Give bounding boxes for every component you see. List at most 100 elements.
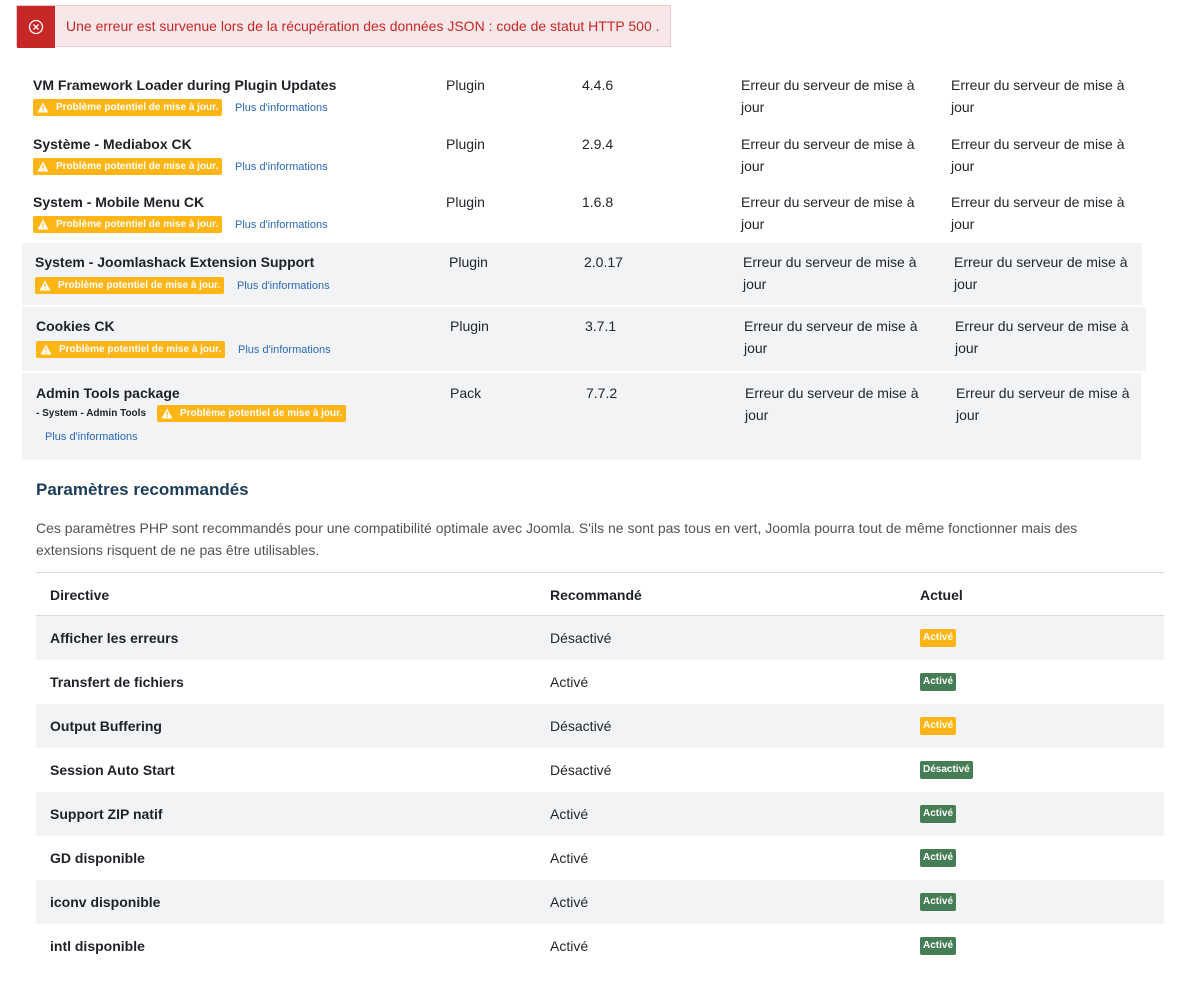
extension-version: 3.7.1 bbox=[585, 318, 617, 334]
warning-label: Problème potentiel de mise à jour. bbox=[56, 219, 219, 230]
directive-name: GD disponible bbox=[50, 850, 145, 866]
extension-row: Système - Mediabox CK Problème potentiel… bbox=[22, 127, 1142, 185]
warning-label: Problème potentiel de mise à jour. bbox=[56, 161, 219, 172]
extension-version: 1.6.8 bbox=[582, 194, 614, 210]
more-info-link[interactable]: Plus d'informations bbox=[237, 280, 330, 292]
circle-x-icon bbox=[17, 6, 55, 48]
extension-version: 2.0.17 bbox=[584, 254, 623, 270]
extension-row: System - Mobile Menu CK Problème potenti… bbox=[22, 185, 1142, 241]
directive-name: Support ZIP natif bbox=[50, 806, 163, 822]
extension-type: Plugin bbox=[446, 77, 485, 93]
table-header-row: Directive Recommandé Actuel bbox=[36, 572, 1164, 616]
warning-icon bbox=[40, 344, 52, 355]
extension-status: Erreur du serveur de mise à jour bbox=[743, 254, 917, 292]
table-row: intl disponible Activé Activé bbox=[36, 924, 1164, 968]
extension-row: VM Framework Loader during Plugin Update… bbox=[22, 68, 1142, 126]
extension-status: Erreur du serveur de mise à jour bbox=[951, 77, 1125, 115]
warning-icon bbox=[161, 408, 173, 419]
table-row: Output Buffering Désactivé Activé bbox=[36, 704, 1164, 748]
recommended-value: Désactivé bbox=[550, 630, 612, 646]
extension-type: Plugin bbox=[446, 136, 485, 152]
extension-status: Erreur du serveur de mise à jour bbox=[951, 194, 1125, 232]
warning-label: Problème potentiel de mise à jour. bbox=[59, 344, 222, 355]
extension-status: Erreur du serveur de mise à jour bbox=[744, 318, 918, 356]
directive-name: Afficher les erreurs bbox=[50, 630, 179, 646]
warning-label: Problème potentiel de mise à jour. bbox=[56, 102, 219, 113]
warning-icon bbox=[37, 161, 49, 172]
recommended-value: Activé bbox=[550, 938, 589, 954]
more-info-link[interactable]: Plus d'informations bbox=[238, 344, 331, 356]
update-warning-badge: Problème potentiel de mise à jour. bbox=[33, 158, 223, 175]
status-badge: Activé bbox=[920, 849, 957, 867]
directive-name: intl disponible bbox=[50, 938, 145, 954]
extension-row: Admin Tools package - System - Admin Too… bbox=[22, 373, 1141, 460]
directive-name: Transfert de fichiers bbox=[50, 674, 184, 690]
extension-name: System - Joomlashack Extension Support bbox=[35, 254, 315, 270]
status-badge: Désactivé bbox=[920, 761, 973, 779]
recommended-value: Désactivé bbox=[550, 762, 612, 778]
section-description: Ces paramètres PHP sont recommandés pour… bbox=[36, 520, 1078, 558]
table-row: Transfert de fichiers Activé Activé bbox=[36, 660, 1164, 704]
extension-name: Admin Tools package bbox=[36, 385, 180, 401]
status-badge: Activé bbox=[920, 629, 957, 647]
update-warning-badge: Problème potentiel de mise à jour. bbox=[157, 405, 347, 422]
extension-name: VM Framework Loader during Plugin Update… bbox=[33, 77, 337, 93]
warning-icon bbox=[37, 102, 49, 113]
update-warning-badge: Problème potentiel de mise à jour. bbox=[35, 277, 225, 294]
update-warning-badge: Problème potentiel de mise à jour. bbox=[36, 341, 226, 358]
warning-label: Problème potentiel de mise à jour. bbox=[58, 280, 221, 291]
extension-status: Erreur du serveur de mise à jour bbox=[955, 318, 1129, 356]
warning-label: Problème potentiel de mise à jour. bbox=[180, 408, 343, 419]
column-header-recommended: Recommandé bbox=[550, 587, 642, 603]
column-header-current: Actuel bbox=[920, 587, 963, 603]
extension-version: 4.4.6 bbox=[582, 77, 614, 93]
directive-name: Session Auto Start bbox=[50, 762, 175, 778]
section-heading: Paramètres recommandés bbox=[36, 480, 249, 499]
column-header-directive: Directive bbox=[50, 587, 110, 603]
extension-status: Erreur du serveur de mise à jour bbox=[745, 385, 919, 423]
warning-icon bbox=[39, 280, 51, 291]
alert-message: Une erreur est survenue lors de la récup… bbox=[66, 18, 660, 34]
directive-name: Output Buffering bbox=[50, 718, 162, 734]
sub-extension-name: - System - Admin Tools bbox=[36, 408, 147, 419]
more-info-link[interactable]: Plus d'informations bbox=[45, 431, 138, 443]
recommended-value: Activé bbox=[550, 674, 589, 690]
table-row: iconv disponible Activé Activé bbox=[36, 880, 1164, 924]
extension-status: Erreur du serveur de mise à jour bbox=[741, 77, 915, 115]
warning-icon bbox=[37, 219, 49, 230]
update-warning-badge: Problème potentiel de mise à jour. bbox=[33, 216, 223, 233]
status-badge: Activé bbox=[920, 893, 957, 911]
error-alert: Une erreur est survenue lors de la récup… bbox=[16, 5, 671, 48]
extension-status: Erreur du serveur de mise à jour bbox=[954, 254, 1128, 292]
table-row: Afficher les erreurs Désactivé Activé bbox=[36, 616, 1164, 660]
extension-status: Erreur du serveur de mise à jour bbox=[951, 136, 1125, 174]
recommended-value: Désactivé bbox=[550, 718, 612, 734]
more-info-link[interactable]: Plus d'informations bbox=[235, 102, 328, 114]
table-row: GD disponible Activé Activé bbox=[36, 836, 1164, 880]
extension-type: Plugin bbox=[449, 254, 488, 270]
directive-name: iconv disponible bbox=[50, 894, 161, 910]
extension-status: Erreur du serveur de mise à jour bbox=[741, 194, 915, 232]
recommended-value: Activé bbox=[550, 806, 589, 822]
extension-name: Cookies CK bbox=[36, 318, 115, 334]
status-badge: Activé bbox=[920, 717, 957, 735]
status-badge: Activé bbox=[920, 673, 957, 691]
more-info-link[interactable]: Plus d'informations bbox=[235, 161, 328, 173]
extension-type: Pack bbox=[450, 385, 482, 401]
extension-status: Erreur du serveur de mise à jour bbox=[956, 385, 1130, 423]
extension-version: 7.7.2 bbox=[586, 385, 618, 401]
extension-name: System - Mobile Menu CK bbox=[33, 194, 205, 210]
extension-status: Erreur du serveur de mise à jour bbox=[741, 136, 915, 174]
extension-version: 2.9.4 bbox=[582, 136, 614, 152]
extension-row: System - Joomlashack Extension Support P… bbox=[22, 243, 1142, 305]
status-badge: Activé bbox=[920, 937, 957, 955]
extension-name: Système - Mediabox CK bbox=[33, 136, 192, 152]
table-row: Support ZIP natif Activé Activé bbox=[36, 792, 1164, 836]
extension-type: Plugin bbox=[450, 318, 489, 334]
table-row: Session Auto Start Désactivé Désactivé bbox=[36, 748, 1164, 792]
extension-type: Plugin bbox=[446, 194, 485, 210]
status-badge: Activé bbox=[920, 805, 957, 823]
update-warning-badge: Problème potentiel de mise à jour. bbox=[33, 99, 223, 116]
more-info-link[interactable]: Plus d'informations bbox=[235, 219, 328, 231]
recommended-value: Activé bbox=[550, 850, 589, 866]
